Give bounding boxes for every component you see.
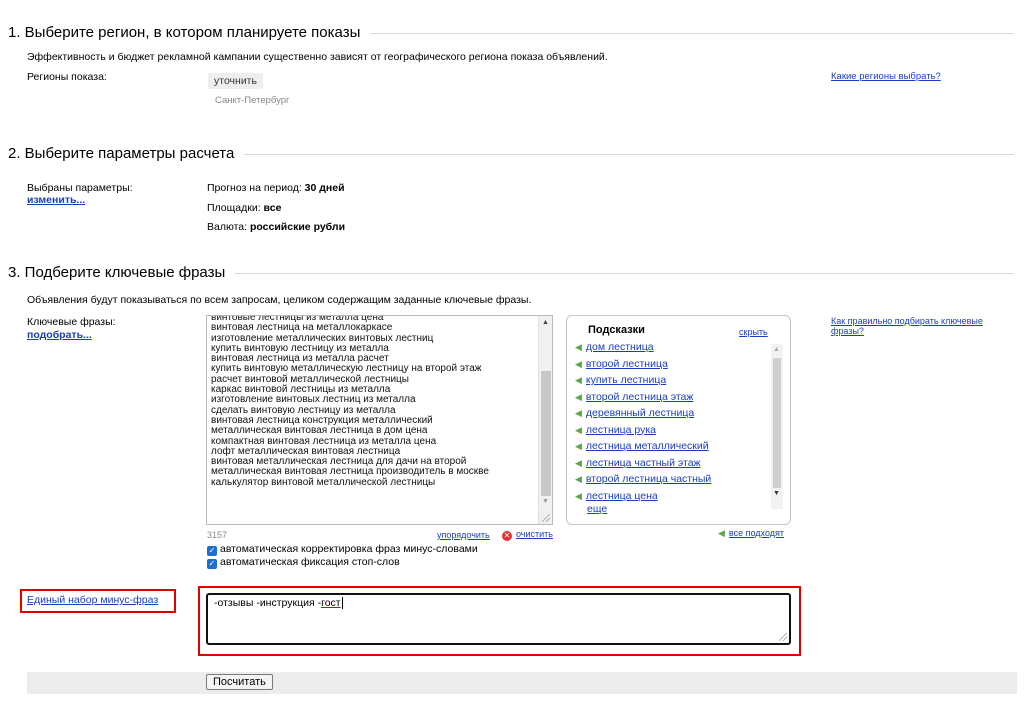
more-hints-link[interactable]: еще [587, 503, 607, 515]
minus-resize-grip-icon[interactable] [779, 633, 787, 641]
hint-item[interactable]: ◀ лестница частный этаж [575, 455, 765, 472]
section3-title: 3. Подберите ключевые фразы [8, 264, 236, 281]
hints-scroll-down-icon[interactable]: ▼ [773, 490, 780, 497]
add-arrow-icon[interactable]: ◀ [575, 458, 582, 468]
auto-correct-option[interactable]: ✓ автоматическая корректировка фраз минус… [207, 543, 478, 556]
keywords-scroll-thumb[interactable] [541, 371, 551, 496]
period-label: Прогноз на период: [207, 182, 302, 194]
add-arrow-icon[interactable]: ◀ [575, 474, 582, 484]
which-regions-help-link[interactable]: Какие регионы выбрать? [831, 71, 941, 82]
sites-value: все [263, 202, 282, 214]
calculate-button[interactable]: Посчитать [206, 674, 273, 690]
regions-label: Регионы показа: [27, 71, 107, 83]
hint-item[interactable]: ◀ деревянный лестница [575, 405, 765, 422]
add-arrow-icon[interactable]: ◀ [575, 441, 582, 451]
hint-item[interactable]: ◀ дом лестница [575, 339, 765, 356]
keywords-textarea[interactable]: винтовые лестницы из металла цена винтова… [206, 315, 553, 525]
scroll-up-arrow-icon[interactable]: ▲ [542, 319, 549, 326]
period-value: 30 дней [304, 182, 345, 194]
add-arrow-icon[interactable]: ◀ [575, 375, 582, 385]
keyword-line[interactable]: калькулятор винтовой металлической лестн… [211, 477, 548, 488]
minus-phrases-value[interactable]: -отзывы -инструкция - [214, 597, 321, 609]
refine-region-button[interactable]: уточнить [208, 73, 263, 89]
add-arrow-icon[interactable]: ◀ [575, 359, 582, 369]
clear-link[interactable]: очистить [516, 529, 553, 539]
section3-description: Объявления будут показываться по всем за… [27, 294, 532, 306]
minus-phrases-link[interactable]: Единый набор минус-фраз [27, 594, 158, 606]
sort-link[interactable]: упорядочить [437, 530, 490, 540]
hint-item[interactable]: ◀ лестница рука [575, 422, 765, 439]
hint-link[interactable]: лестница цена [586, 490, 658, 502]
hints-scroll-thumb[interactable] [773, 358, 781, 488]
region-value: Санкт-Петербург [215, 95, 290, 106]
sites-line: Площадки: все [207, 202, 281, 214]
keywords-label: Ключевые фразы: [27, 316, 116, 328]
auto-correct-checkbox[interactable]: ✓ [207, 546, 217, 556]
hint-link[interactable]: лестница металлический [586, 440, 709, 452]
auto-stop-checkbox[interactable]: ✓ [207, 559, 217, 569]
keywords-text[interactable]: винтовые лестницы из металла цена винтова… [207, 316, 552, 488]
section1-description: Эффективность и бюджет рекламной кампани… [27, 51, 608, 63]
add-arrow-icon[interactable]: ◀ [575, 392, 582, 402]
hint-link[interactable]: лестница частный этаж [586, 457, 701, 469]
hide-hints-link[interactable]: скрыть [739, 327, 768, 337]
hint-link[interactable]: купить лестница [586, 374, 666, 386]
all-fit-link[interactable]: все подходят [729, 528, 784, 538]
hints-title: Подсказки [588, 324, 645, 336]
keywords-help-link[interactable]: Как правильно подбирать ключевые фразы? [831, 316, 1011, 336]
text-cursor [341, 597, 343, 609]
add-arrow-icon[interactable]: ◀ [575, 425, 582, 435]
section2-title: 2. Выберите параметры расчета [8, 145, 245, 162]
pick-keywords-link[interactable]: подобрать... [27, 329, 92, 341]
hint-link[interactable]: лестница рука [586, 424, 656, 436]
currency-line: Валюта: российские рубли [207, 221, 345, 233]
add-arrow-icon[interactable]: ◀ [575, 491, 582, 501]
keywords-scrollbar[interactable]: ▲ ▼ [538, 316, 552, 524]
hints-scrollbar[interactable]: ▲ ▼ [771, 344, 783, 509]
section1-title: 1. Выберите регион, в котором планируете… [8, 24, 371, 41]
char-count: 3157 [207, 530, 228, 540]
hints-scroll-up-icon[interactable]: ▲ [773, 346, 780, 353]
all-fit-control[interactable]: ◀ все подходят [718, 528, 784, 539]
resize-grip-icon[interactable] [542, 514, 550, 522]
scroll-down-arrow-icon[interactable]: ▼ [542, 498, 549, 505]
hint-item[interactable]: ◀ лестница цена [575, 488, 765, 505]
add-arrow-icon[interactable]: ◀ [575, 408, 582, 418]
hint-item[interactable]: ◀ второй лестница [575, 356, 765, 373]
hint-link[interactable]: второй лестница [586, 358, 668, 370]
currency-value: российские рубли [249, 221, 346, 233]
hint-item[interactable]: ◀ лестница металлический [575, 438, 765, 455]
hint-item[interactable]: ◀ второй лестница этаж [575, 389, 765, 406]
hints-list: ◀ дом лестница ◀ второй лестница ◀ купить лес… [575, 339, 765, 504]
auto-stop-label: автоматическая фиксация стоп-слов [220, 556, 400, 568]
auto-stop-option[interactable]: ✓ автоматическая фиксация стоп-слов [207, 556, 400, 569]
clear-icon[interactable]: ✕ [502, 531, 512, 541]
clear-control[interactable]: ✕ очистить [502, 529, 553, 541]
auto-correct-label: автоматическая корректировка фраз минус-… [220, 543, 478, 555]
hint-link[interactable]: второй лестница этаж [586, 391, 693, 403]
hint-item[interactable]: ◀ второй лестница частный [575, 471, 765, 488]
hint-link[interactable]: деревянный лестница [586, 407, 694, 419]
minus-phrases-input[interactable]: -отзывы -инструкция -гост [206, 593, 791, 645]
all-fit-arrow-icon: ◀ [718, 528, 725, 538]
period-line: Прогноз на период: 30 дней [207, 182, 345, 194]
sites-label: Площадки: [207, 202, 261, 214]
hint-link[interactable]: второй лестница частный [586, 473, 711, 485]
hint-item[interactable]: ◀ купить лестница [575, 372, 765, 389]
submit-bar [27, 672, 1017, 694]
currency-label: Валюта: [207, 221, 248, 233]
add-arrow-icon[interactable]: ◀ [575, 342, 582, 352]
params-label: Выбраны параметры: [27, 182, 133, 194]
keywords-help-text[interactable]: Как правильно подбирать ключевые фразы? [831, 316, 983, 336]
minus-phrases-value-underlined[interactable]: гост [321, 597, 341, 609]
hints-panel: Подсказки скрыть ◀ дом лестница ◀ второй ле… [566, 315, 791, 525]
hint-link[interactable]: дом лестница [586, 341, 654, 353]
change-params-link[interactable]: изменить... [27, 194, 85, 206]
